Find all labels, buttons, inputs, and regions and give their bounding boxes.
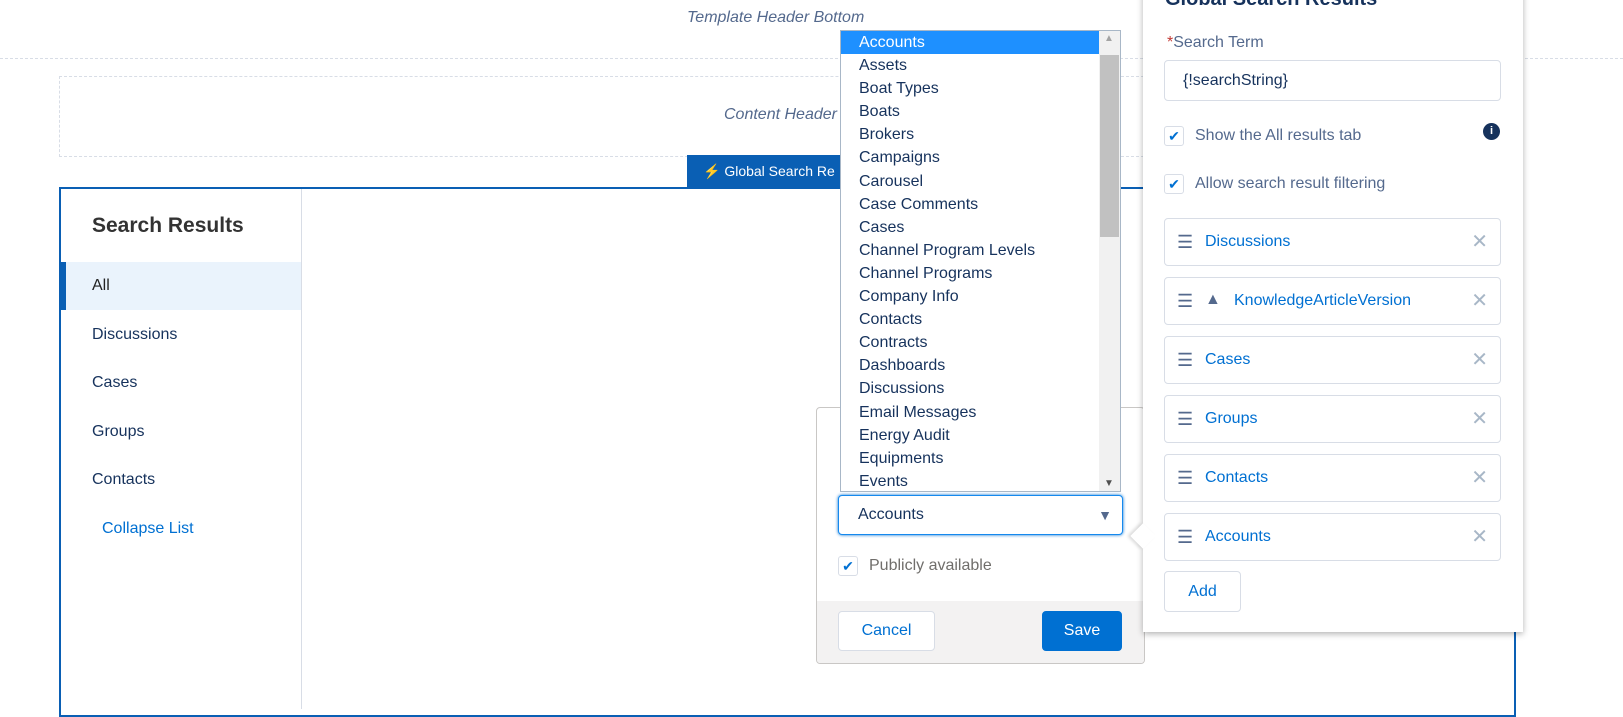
- dropdown-option[interactable]: Channel Program Levels: [841, 239, 1099, 262]
- object-dropdown-list[interactable]: Accounts Assets Boat Types Boats Brokers Camp…: [840, 30, 1121, 492]
- publicly-available-label: Publicly available: [869, 557, 992, 574]
- drag-handle-icon[interactable]: ☰: [1177, 278, 1193, 324]
- dropdown-option[interactable]: Boat Types: [841, 77, 1099, 100]
- scrollbar-thumb[interactable]: [1100, 55, 1119, 237]
- dropdown-option[interactable]: Accounts: [841, 31, 1099, 55]
- remove-icon[interactable]: ✕: [1471, 219, 1488, 265]
- content-header-label: Content Header: [724, 106, 837, 123]
- scroll-up-icon[interactable]: ▲: [1104, 33, 1114, 44]
- component-tab[interactable]: ⚡ Global Search Re: [687, 155, 847, 187]
- dropdown-option[interactable]: Energy Audit: [841, 424, 1099, 447]
- drag-handle-icon[interactable]: ☰: [1177, 396, 1193, 442]
- dropdown-option[interactable]: Boats: [841, 100, 1099, 123]
- sidebar-divider: [301, 189, 302, 709]
- sidebar-item-all[interactable]: All: [61, 262, 301, 310]
- search-object-item[interactable]: ☰ ▲ KnowledgeArticleVersion ✕: [1164, 277, 1501, 325]
- search-object-item[interactable]: ☰ Groups ✕: [1164, 395, 1501, 443]
- scroll-down-icon[interactable]: ▼: [1104, 478, 1114, 489]
- sidebar-item-groups[interactable]: Groups: [61, 408, 301, 456]
- allow-filter-checkbox[interactable]: ✔: [1164, 174, 1184, 194]
- drag-handle-icon[interactable]: ☰: [1177, 219, 1193, 265]
- dropdown-option[interactable]: Email Messages: [841, 401, 1099, 424]
- sidebar-item-contacts[interactable]: Contacts: [61, 456, 301, 504]
- chevron-down-icon: ▼: [1098, 507, 1112, 523]
- remove-icon[interactable]: ✕: [1471, 514, 1488, 560]
- warning-icon: ▲: [1205, 291, 1221, 308]
- dropdown-option[interactable]: Campaigns: [841, 146, 1099, 169]
- sidebar-item-discussions[interactable]: Discussions: [61, 311, 301, 359]
- cancel-button[interactable]: Cancel: [838, 611, 935, 651]
- remove-icon[interactable]: ✕: [1471, 396, 1488, 442]
- dropdown-option[interactable]: Contacts: [841, 308, 1099, 331]
- search-object-item[interactable]: ☰ Accounts ✕: [1164, 513, 1501, 561]
- object-select[interactable]: Accounts ▼: [838, 495, 1123, 535]
- dropdown-option[interactable]: Brokers: [841, 123, 1099, 146]
- info-icon[interactable]: i: [1483, 123, 1500, 140]
- dropdown-option[interactable]: Case Comments: [841, 193, 1099, 216]
- drag-handle-icon[interactable]: ☰: [1177, 514, 1193, 560]
- panel-title: Global Search Results: [1165, 0, 1377, 11]
- remove-icon[interactable]: ✕: [1471, 278, 1488, 324]
- remove-icon[interactable]: ✕: [1471, 337, 1488, 383]
- dropdown-option[interactable]: Company Info: [841, 285, 1099, 308]
- template-header-bottom: Template Header Bottom: [687, 9, 865, 26]
- show-all-label: Show the All results tab: [1195, 127, 1362, 144]
- allow-filter-label: Allow search result filtering: [1195, 175, 1386, 192]
- publicly-available-checkbox[interactable]: ✔: [838, 556, 858, 576]
- search-object-item[interactable]: ☰ Cases ✕: [1164, 336, 1501, 384]
- search-term-label: *Search Term: [1167, 34, 1264, 51]
- scrollbar[interactable]: ▲ ▼: [1099, 31, 1120, 491]
- drag-handle-icon[interactable]: ☰: [1177, 337, 1193, 383]
- dropdown-option[interactable]: Contracts: [841, 331, 1099, 354]
- dropdown-option[interactable]: Dashboards: [841, 354, 1099, 377]
- dropdown-option[interactable]: Carousel: [841, 170, 1099, 193]
- lightning-icon: ⚡: [703, 163, 721, 179]
- dropdown-option[interactable]: Assets: [841, 54, 1099, 77]
- search-term-input[interactable]: [1164, 60, 1501, 101]
- save-button[interactable]: Save: [1042, 611, 1122, 651]
- show-all-checkbox[interactable]: ✔: [1164, 126, 1184, 146]
- collapse-list-link[interactable]: Collapse List: [102, 520, 194, 538]
- search-object-item[interactable]: ☰ Contacts ✕: [1164, 454, 1501, 502]
- sidebar-title: Search Results: [92, 214, 244, 237]
- drag-handle-icon[interactable]: ☰: [1177, 455, 1193, 501]
- dropdown-option[interactable]: Discussions: [841, 377, 1099, 400]
- sidebar-item-cases[interactable]: Cases: [61, 359, 301, 407]
- remove-icon[interactable]: ✕: [1471, 455, 1488, 501]
- search-object-item[interactable]: ☰ Discussions ✕: [1164, 218, 1501, 266]
- dropdown-option[interactable]: Events: [841, 470, 1099, 491]
- dropdown-option[interactable]: Cases: [841, 216, 1099, 239]
- add-button[interactable]: Add: [1164, 571, 1241, 612]
- dropdown-option[interactable]: Equipments: [841, 447, 1099, 470]
- dropdown-option[interactable]: Channel Programs: [841, 262, 1099, 285]
